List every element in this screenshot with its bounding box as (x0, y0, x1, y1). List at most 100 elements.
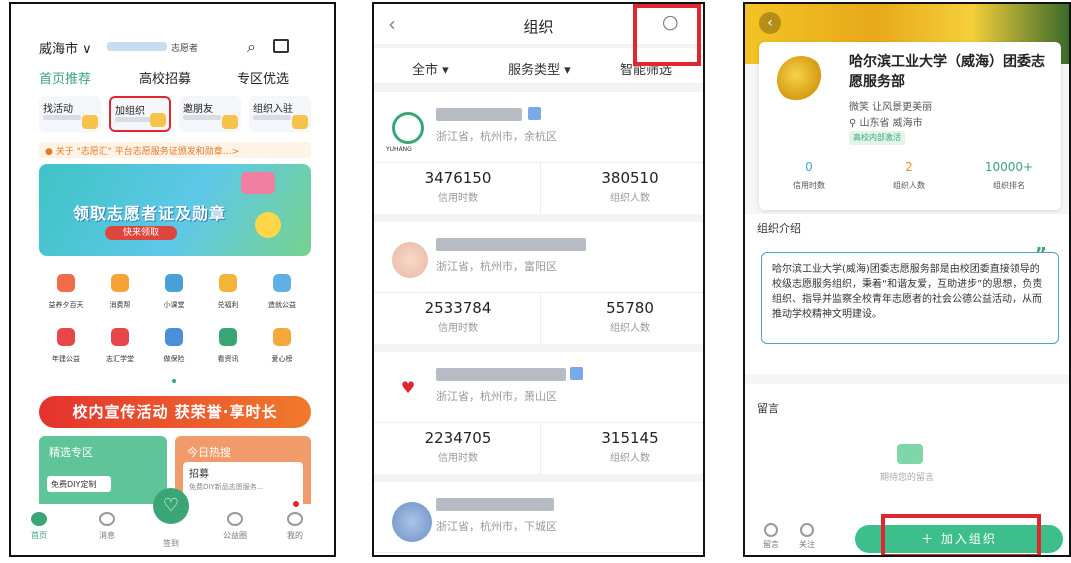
org-name: 哈尔滨工业大学（威海）团委志愿服务部 (849, 54, 1045, 90)
tab-profile[interactable]: 我的 (275, 512, 315, 541)
tab-checkin[interactable]: 签到 (151, 534, 191, 549)
verified-icon (528, 107, 541, 120)
filter-city[interactable]: 全市 ▾ (412, 59, 449, 78)
city-selector[interactable]: 威海市 ∨ (39, 38, 92, 57)
org-hours-label: 信用时数 (438, 193, 478, 204)
org-logo (392, 112, 424, 144)
activity-icon (82, 115, 98, 129)
highlight-box (881, 514, 1041, 555)
comment-icon (764, 523, 778, 537)
nav-campus[interactable]: 高校招募 (139, 68, 191, 87)
banner-button[interactable]: 快来领取 (105, 226, 177, 240)
org-stats: 1980004 385800 (374, 552, 703, 555)
invite-friends-button[interactable]: 邀朋友 (179, 96, 241, 132)
stat-members: 2 组织人数 (893, 160, 925, 190)
grid-item[interactable]: 消费帮 (93, 274, 147, 316)
org-stats: 2234705 信用时数 315145 组织人数 (374, 422, 703, 475)
org-motto: 微笑 让风景更美丽 (849, 102, 933, 113)
org-item[interactable]: 浙江省，杭州市，下城区 1980004 385800 (374, 482, 703, 555)
org-hours: 2234705 (424, 429, 492, 447)
trending-head: 招募 (189, 469, 209, 480)
grid-item[interactable]: 做保险 (147, 328, 201, 370)
service-icon (165, 274, 183, 292)
service-icon (273, 274, 291, 292)
grid-item[interactable]: 造就公益 (255, 274, 309, 316)
quick-actions: 找活动 加组织 邀朋友 组织入驻 (39, 96, 311, 136)
nav-recommend[interactable]: 首页推荐 (39, 68, 91, 87)
trending-sub: 免费DIY新品志愿服务... (189, 483, 264, 491)
join-org-button[interactable]: 加组织 (109, 96, 171, 132)
search-icon[interactable]: ⌕ (247, 37, 256, 57)
follow-button[interactable]: 关注 (793, 523, 821, 550)
find-activity-button[interactable]: 找活动 (39, 96, 101, 132)
org-location: 浙江省，杭州市，余杭区 (436, 130, 557, 143)
grid-item[interactable]: 爱心榜 (255, 328, 309, 370)
quote-icon: ” (1035, 244, 1047, 265)
org-name-blurred (436, 108, 522, 121)
org-item[interactable]: 浙江省，杭州市，富阳区 2533784 信用时数 55780 组织人数 (374, 222, 703, 345)
top-bar: 威海市 ∨ 志愿者 ⌕ (11, 34, 334, 64)
notice-bar[interactable]: ● 关于 "志愿汇" 平台志愿服务证颁发和勋章…> (39, 142, 311, 158)
org-stats: 2533784 信用时数 55780 组织人数 (374, 292, 703, 345)
heart-icon[interactable]: ♡ (153, 488, 189, 524)
campus-banner[interactable]: 校内宣传活动 获荣誉·享时长 (39, 396, 311, 428)
service-icon (111, 274, 129, 292)
grid-item[interactable]: 年建公益 (39, 328, 93, 370)
service-icon (219, 274, 237, 292)
home-icon (31, 512, 47, 526)
org-members: 380510 (601, 169, 659, 187)
home-screen: 威海市 ∨ 志愿者 ⌕ 首页推荐 高校招募 专区优选 找活动 加组织 邀朋友 组… (9, 2, 336, 557)
heart-logo-icon: ♥ (392, 372, 424, 404)
tv-illustration (241, 172, 275, 194)
quick-label: 加组织 (115, 106, 145, 117)
invite-icon (222, 115, 238, 129)
org-name-blurred (436, 368, 566, 381)
service-icon (273, 328, 291, 346)
org-icon (150, 113, 166, 127)
org-name-blurred (436, 498, 554, 511)
comment-button[interactable]: 留言 (757, 523, 785, 550)
promo-banner[interactable]: 领取志愿者证及勋章 快来领取 (39, 164, 311, 256)
org-tag: 高校内部激活 (849, 131, 905, 145)
card-title: 今日热搜 (187, 446, 231, 459)
trending-item: 招募 免费DIY新品志愿服务... (183, 462, 303, 508)
quick-label: 找活动 (43, 104, 73, 115)
grid-item[interactable]: 看资讯 (201, 328, 255, 370)
org-list-screen: ‹ 组织 ○ 全市 ▾ 服务类型 ▾ 智能筛选 YUHANG 浙江省，杭州市，余… (372, 2, 705, 557)
quick-label: 邀朋友 (183, 104, 213, 115)
service-icon (219, 328, 237, 346)
notification-dot (293, 501, 299, 507)
org-logo (392, 242, 428, 278)
settle-icon (292, 115, 308, 129)
highlight-box (633, 4, 701, 66)
org-logo (392, 502, 432, 542)
stat-rank: 10000+ 组织排名 (984, 160, 1034, 190)
nav-special[interactable]: 专区优选 (237, 68, 289, 87)
org-item[interactable]: YUHANG 浙江省，杭州市，余杭区 3476150 信用时数 380510 组… (374, 92, 703, 215)
service-icon (111, 328, 129, 346)
org-hours-label: 信用时数 (438, 323, 478, 334)
logo-text: YUHANG (386, 146, 412, 153)
back-icon[interactable]: ‹ (759, 12, 781, 34)
tab-community[interactable]: 公益圈 (215, 512, 255, 541)
tab-messages[interactable]: 消息 (87, 512, 127, 541)
org-name-blurred (436, 238, 586, 251)
org-members: 55780 (606, 299, 654, 317)
grid-item[interactable]: 志汇学堂 (93, 328, 147, 370)
org-item[interactable]: ♥ 浙江省，杭州市，萧山区 2234705 信用时数 315145 组织人数 (374, 352, 703, 475)
org-location: 浙江省，杭州市，下城区 (436, 520, 557, 533)
org-settle-button[interactable]: 组织入驻 (249, 96, 311, 132)
filter-service-type[interactable]: 服务类型 ▾ (508, 59, 571, 78)
grid-item[interactable]: 兑福利 (201, 274, 255, 316)
scan-icon[interactable] (273, 39, 289, 53)
org-hours: 3476150 (424, 169, 492, 187)
grid-item[interactable]: 小课堂 (147, 274, 201, 316)
tab-home[interactable]: 首页 (19, 512, 59, 541)
intro-title: 组织介绍 (757, 222, 801, 235)
org-members-label: 组织人数 (610, 453, 650, 464)
volunteer-label: 志愿者 (171, 44, 199, 54)
org-location: ⚲ 山东省 威海市 (849, 118, 923, 129)
banner-title: 领取志愿者证及勋章 (73, 204, 227, 223)
grid-item[interactable]: 益养夕百天 (39, 274, 93, 316)
chat-icon (897, 444, 923, 464)
